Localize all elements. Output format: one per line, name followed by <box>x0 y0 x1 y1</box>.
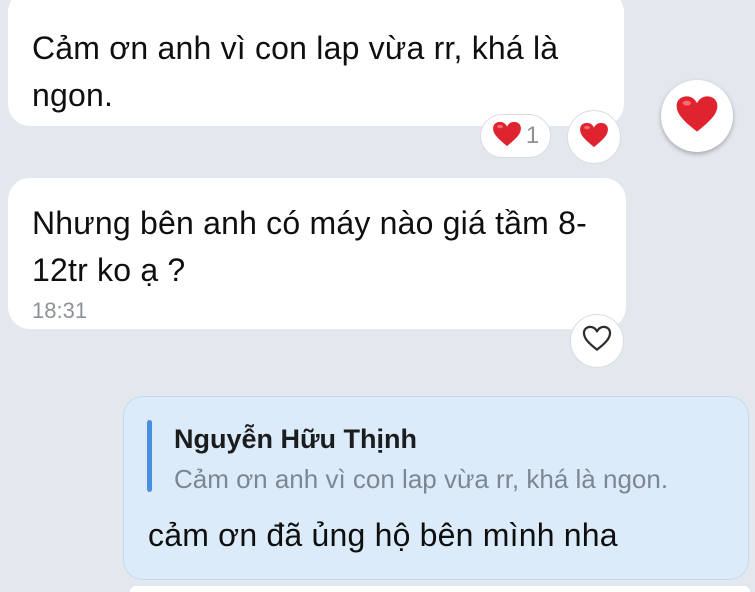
quote-text: Cảm ơn anh vì con lap vừa rr, khá là ngo… <box>174 464 669 494</box>
heart-icon <box>492 121 522 152</box>
message-bubble-outgoing[interactable]: Nguyễn Hữu Thịnh Cảm ơn anh vì con lap v… <box>123 396 749 580</box>
quick-heart-reaction-button[interactable] <box>661 80 733 152</box>
message-text: Cảm ơn anh vì con lap vừa rr, khá là ngo… <box>32 30 559 113</box>
reaction-count-chip[interactable]: 1 <box>480 114 551 158</box>
message-bubble-incoming[interactable]: Nhưng bên anh có máy nào giá tầm 8-12tr … <box>8 178 626 329</box>
message-text: Nhưng bên anh có máy nào giá tầm 8-12tr … <box>32 205 587 288</box>
heart-reaction-button[interactable] <box>567 110 621 164</box>
heart-outline-icon <box>582 325 612 357</box>
message-timestamp: 18:31 <box>32 298 88 323</box>
message-text: cảm ơn đã ủng hộ bên mình nha <box>148 517 618 553</box>
quoted-message[interactable]: Nguyễn Hữu Thịnh Cảm ơn anh vì con lap v… <box>144 419 738 495</box>
message-bubble-incoming[interactable]: Cảm ơn anh vì con lap vừa rr, khá là ngo… <box>8 0 624 126</box>
quote-author: Nguyễn Hữu Thịnh <box>174 424 418 454</box>
heart-icon <box>675 95 719 138</box>
reaction-count: 1 <box>525 122 540 149</box>
like-button[interactable] <box>570 314 624 368</box>
next-message-edge <box>130 586 750 592</box>
heart-icon <box>579 122 609 153</box>
